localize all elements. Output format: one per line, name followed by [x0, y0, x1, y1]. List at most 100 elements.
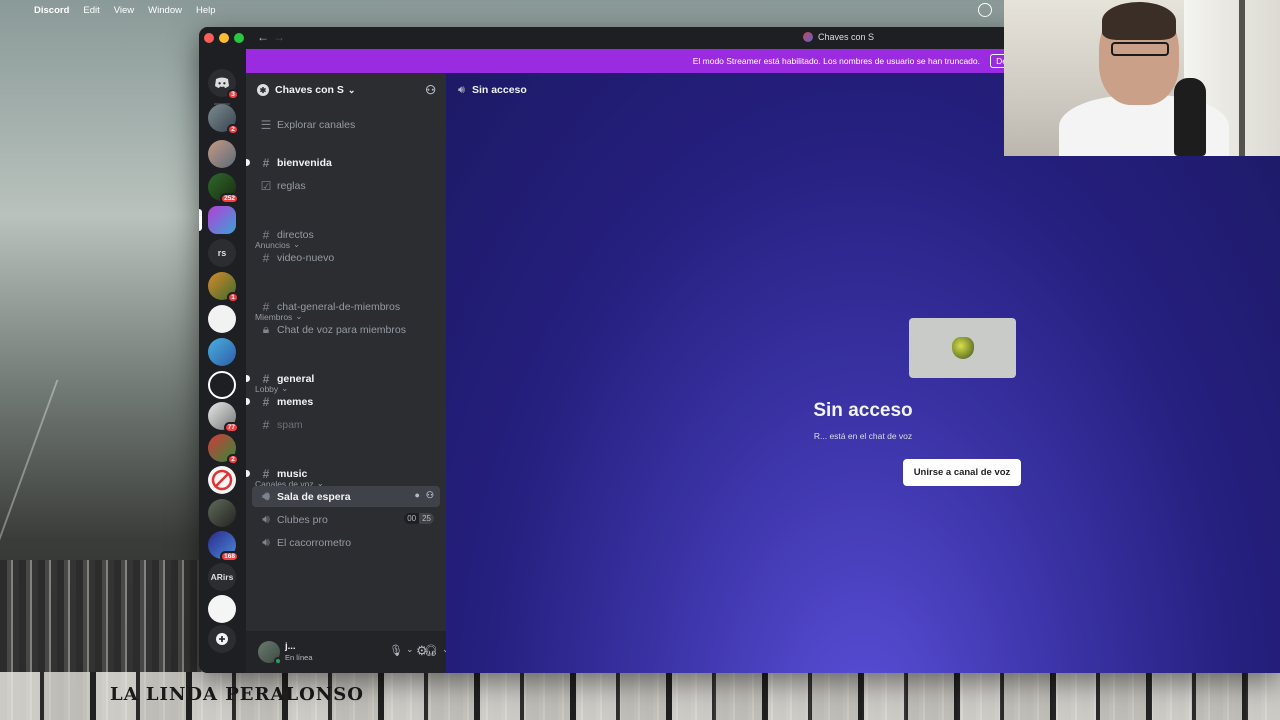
no-access-subtitle: R... está en el chat de voz — [813, 431, 913, 441]
channel-label: video-nuevo — [277, 251, 335, 264]
voice-channel-el-cacorrometro[interactable]: 🔊︎ El cacorrometro — [252, 532, 440, 553]
hash-icon: # — [262, 371, 270, 386]
back-arrow-icon[interactable]: ← — [257, 30, 269, 44]
webcam-window-frame — [1239, 0, 1245, 156]
channel-label: Chat de voz para miembros — [277, 323, 406, 336]
server-rail: 3 2 252 rs 1 77 2 168 ARirs — [199, 49, 246, 673]
channel-music[interactable]: # music — [246, 463, 440, 484]
participant-avatar — [951, 337, 974, 359]
rules-icon: ☑ — [260, 178, 272, 193]
speaker-icon: 🔊︎ — [262, 489, 270, 503]
server-icon-16[interactable] — [208, 595, 236, 623]
channel-header-title: Sin acceso — [471, 84, 527, 96]
server-icon-2[interactable] — [208, 140, 236, 168]
channel-reglas[interactable]: ☑ reglas — [252, 175, 440, 196]
channel-sidebar: ✱ Chaves con S ⌄ ⚇ ☰ Explorar canales # … — [246, 73, 446, 673]
menu-edit[interactable]: Edit — [83, 5, 99, 16]
webcam-person-glasses — [1111, 42, 1169, 56]
server-icon-9[interactable] — [208, 371, 236, 399]
channel-label: general — [277, 372, 315, 385]
channel-spam[interactable]: # spam — [252, 414, 440, 435]
channel-directos[interactable]: # directos — [252, 224, 440, 245]
plus-icon — [216, 633, 228, 645]
server-badge-3: 252 — [220, 193, 239, 204]
guild-icon — [803, 32, 813, 42]
close-window-button[interactable] — [204, 33, 214, 43]
server-icon-13[interactable] — [208, 499, 236, 527]
voice-channel-view: 🔊︎ Sin acceso Sin acceso R... está en el… — [446, 73, 1280, 673]
server-icon-7[interactable] — [208, 305, 236, 333]
discord-logo-icon — [215, 77, 229, 88]
server-icon-chaves-con-s[interactable] — [208, 206, 236, 234]
minimize-window-button[interactable] — [219, 33, 229, 43]
channel-chat-de-voz-miembros[interactable]: 🔒︎ Chat de voz para miembros — [252, 319, 440, 340]
server-icon-11[interactable]: 2 — [208, 434, 239, 465]
zoom-window-button[interactable] — [234, 33, 244, 43]
chat-bubble-icon[interactable]: ● — [414, 490, 419, 501]
user-count: 00 — [404, 513, 420, 524]
add-member-icon[interactable]: ⚇ — [425, 83, 436, 97]
chevron-down-icon[interactable]: ⌄ — [406, 644, 414, 655]
invite-user-icon[interactable]: ⚇ — [426, 490, 434, 501]
speaker-icon: 🔊︎ — [458, 83, 465, 96]
channel-label: memes — [277, 395, 314, 408]
hash-icon: # — [262, 417, 270, 432]
server-icon-3[interactable]: 252 — [208, 173, 239, 204]
webcam-person-hair — [1102, 2, 1176, 40]
server-header[interactable]: ✱ Chaves con S ⌄ ⚇ — [246, 73, 446, 107]
server-badge-10: 77 — [223, 422, 239, 433]
server-icon-rs[interactable]: rs — [208, 239, 236, 267]
server-badge-6: 1 — [227, 292, 239, 303]
server-icon-arirs[interactable]: ARirs — [208, 563, 236, 591]
speaker-icon: 🔊︎ — [262, 535, 270, 549]
user-status: En línea — [285, 653, 313, 662]
channel-memes[interactable]: # memes — [246, 391, 440, 412]
webcam-overlay — [1004, 0, 1280, 156]
online-status-dot — [274, 657, 282, 665]
server-icon-8[interactable] — [208, 338, 236, 366]
channel-chat-general-de-miembros[interactable]: # chat-general-de-miembros — [252, 296, 440, 317]
channel-label: Clubes pro — [277, 513, 328, 526]
menu-app-name[interactable]: Discord — [34, 5, 69, 16]
channel-label: reglas — [277, 179, 306, 192]
explore-channels[interactable]: ☰ Explorar canales — [252, 114, 440, 135]
streamer-banner-text: El modo Streamer está habilitado. Los no… — [692, 56, 980, 66]
window-title: Chaves con S — [803, 32, 874, 42]
server-icon-6[interactable]: 1 — [208, 272, 239, 303]
server-icon-1[interactable]: 2 — [208, 104, 239, 135]
microphone-icon[interactable]: 🎙︎ — [389, 644, 403, 657]
forward-arrow-icon[interactable]: → — [273, 30, 285, 44]
channel-actions: ● ⚇ — [414, 490, 434, 501]
unread-indicator — [246, 375, 250, 382]
channel-label: El cacorrometro — [277, 536, 352, 549]
server-badge-11: 2 — [227, 454, 239, 465]
hash-icon: # — [262, 250, 270, 265]
voice-channel-sala-de-espera[interactable]: 🔊︎ Sala de espera ● ⚇ — [252, 486, 440, 507]
user-limit: 25 — [419, 513, 434, 524]
background-banner-text: LA LINDA PERALONSO — [110, 684, 364, 705]
channel-general[interactable]: # general — [246, 368, 440, 389]
lock-icon: 🔒︎ — [262, 322, 270, 336]
explore-channels-label: Explorar canales — [277, 118, 356, 131]
username[interactable]: j... — [285, 641, 296, 652]
tray-status-icon[interactable] — [978, 3, 992, 17]
gear-icon[interactable]: ⚙ — [416, 643, 428, 659]
server-icon-14[interactable]: 168 — [208, 531, 239, 562]
server-name: Chaves con S — [275, 84, 344, 96]
server-icon-10[interactable]: 77 — [208, 402, 239, 433]
join-voice-channel-button[interactable]: Unirse a canal de voz — [903, 459, 1021, 486]
voice-channel-clubes-pro[interactable]: 🔊︎ Clubes pro 00 25 — [252, 509, 440, 530]
add-server-button[interactable] — [208, 625, 236, 653]
user-limit-counter: 00 25 — [404, 513, 434, 524]
menu-window[interactable]: Window — [148, 5, 182, 16]
channel-bienvenida[interactable]: # bienvenida — [246, 152, 440, 173]
webcam-microphone — [1174, 78, 1206, 156]
server-settings-icon: ✱ — [257, 84, 269, 96]
server-icon-12[interactable] — [208, 466, 236, 494]
chevron-down-icon: ⌄ — [347, 84, 356, 95]
hash-icon: # — [262, 227, 270, 242]
menu-help[interactable]: Help — [196, 5, 216, 16]
home-button[interactable]: 3 — [208, 69, 239, 100]
menu-view[interactable]: View — [114, 5, 134, 16]
channel-video-nuevo[interactable]: # video-nuevo — [252, 247, 440, 268]
